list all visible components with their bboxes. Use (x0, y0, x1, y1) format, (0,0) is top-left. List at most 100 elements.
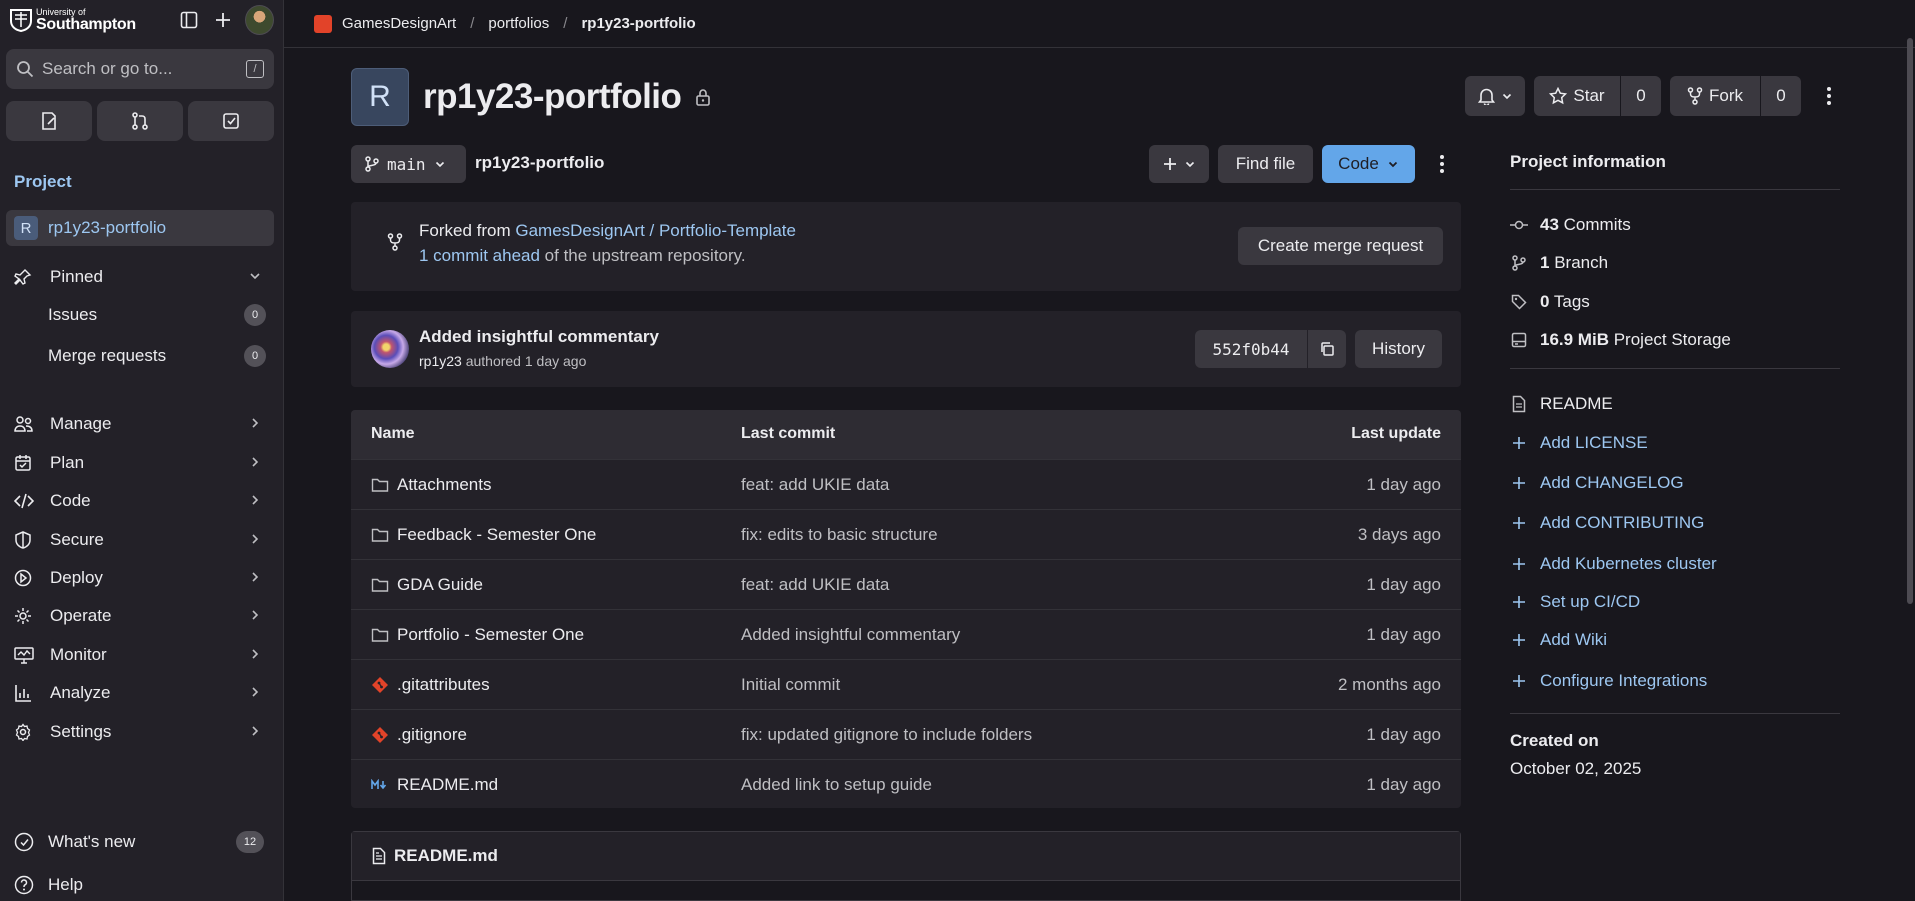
sidebar-item-plan[interactable]: Plan (6, 446, 274, 480)
find-file-button[interactable]: Find file (1218, 145, 1313, 183)
add-wiki-link[interactable]: Add Wiki (1510, 630, 1607, 650)
star-button[interactable]: Star (1534, 76, 1620, 116)
commits-link[interactable]: 43 Commits (1510, 215, 1631, 235)
table-row[interactable]: Feedback - Semester One fix: edits to ba… (351, 509, 1461, 559)
fork-icon (387, 233, 403, 251)
fork-count[interactable]: 0 (1761, 76, 1801, 116)
repo-path[interactable]: rp1y23-portfolio (475, 153, 604, 173)
file-name[interactable]: .gitignore (397, 725, 467, 745)
commit-author[interactable]: rp1y23 (419, 353, 462, 369)
create-new-button[interactable] (208, 4, 239, 36)
sidebar-project-name: rp1y23-portfolio (48, 218, 167, 237)
search-button[interactable]: Search or go to... / (6, 49, 274, 89)
star-count[interactable]: 0 (1621, 76, 1661, 116)
table-row[interactable]: README.md Added link to setup guide 1 da… (351, 759, 1461, 808)
table-row[interactable]: Portfolio - Semester One Added insightfu… (351, 609, 1461, 659)
storage-label: Project Storage (1608, 330, 1731, 349)
sidebar-item-secure[interactable]: Secure (6, 523, 274, 557)
notification-settings-button[interactable] (1465, 76, 1525, 116)
sidebar-item-settings[interactable]: Settings (6, 715, 274, 749)
sidebar-item-manage[interactable]: Manage (6, 407, 274, 441)
tags-link[interactable]: 0 Tags (1510, 292, 1590, 312)
kebab-menu-icon (1440, 155, 1444, 173)
breadcrumb-current[interactable]: rp1y23-portfolio (581, 15, 695, 32)
rocket-icon (14, 569, 32, 587)
file-last-commit[interactable]: Added link to setup guide (741, 775, 932, 795)
sidebar-item-code[interactable]: Code (6, 484, 274, 518)
page-scrollbar[interactable] (1907, 38, 1913, 604)
add-changelog-link[interactable]: Add CHANGELOG (1510, 473, 1684, 493)
shield-icon (15, 531, 31, 549)
sidebar-item-analyze[interactable]: Analyze (6, 676, 274, 710)
branch-selector[interactable]: main (351, 145, 466, 183)
commit-message[interactable]: Added insightful commentary (419, 327, 659, 347)
deploy-label: Deploy (50, 568, 103, 587)
file-last-commit[interactable]: Added insightful commentary (741, 625, 960, 645)
file-name[interactable]: .gitattributes (397, 675, 490, 695)
commits-ahead-link[interactable]: 1 commit ahead (419, 246, 540, 265)
calendar-icon (15, 455, 31, 471)
history-button[interactable]: History (1355, 330, 1442, 368)
sidebar-item-operate[interactable]: Operate (6, 599, 274, 633)
search-icon (17, 61, 34, 78)
repo-actions-button[interactable] (1430, 152, 1454, 176)
help-button[interactable]: Help (6, 868, 274, 901)
university-logo[interactable]: University of Southampton (10, 7, 155, 33)
configure-integrations-link[interactable]: Configure Integrations (1510, 671, 1707, 691)
sidebar-item-merge-requests[interactable]: Merge requests 0 (48, 339, 274, 373)
breadcrumb-subgroup[interactable]: portfolios (488, 15, 549, 32)
analyze-label: Analyze (50, 683, 111, 702)
add-license-link[interactable]: Add LICENSE (1510, 433, 1648, 453)
copy-sha-button[interactable] (1308, 330, 1346, 368)
file-last-update: 2 months ago (1337, 674, 1441, 694)
todo-list-button[interactable] (188, 101, 274, 141)
merge-requests-button[interactable] (97, 101, 183, 141)
breadcrumb-group[interactable]: GamesDesignArt (342, 15, 456, 32)
commit-author-avatar[interactable] (371, 330, 409, 368)
table-row[interactable]: Attachments feat: add UKIE data 1 day ag… (351, 459, 1461, 509)
create-merge-request-button[interactable]: Create merge request (1238, 227, 1443, 265)
file-last-commit[interactable]: feat: add UKIE data (741, 475, 889, 495)
file-name[interactable]: Portfolio - Semester One (397, 625, 584, 645)
file-name[interactable]: Attachments (397, 475, 492, 495)
table-row[interactable]: GDA Guide feat: add UKIE data 1 day ago (351, 559, 1461, 609)
assigned-issues-button[interactable] (6, 101, 92, 141)
file-table-header: Name Last commit Last update (351, 410, 1461, 459)
table-row[interactable]: .gitattributes Initial commit 2 months a… (351, 659, 1461, 709)
toggle-sidebar-button[interactable] (173, 4, 204, 36)
file-last-commit[interactable]: Initial commit (741, 675, 840, 695)
file-name[interactable]: GDA Guide (397, 575, 483, 595)
setup-cicd-link[interactable]: Set up CI/CD (1510, 592, 1640, 612)
add-kubernetes-label: Add Kubernetes cluster (1540, 554, 1717, 573)
user-avatar[interactable] (244, 5, 274, 35)
whats-new-button[interactable]: What's new 12 (6, 825, 274, 859)
code-dropdown-button[interactable]: Code (1322, 145, 1415, 183)
tags-label: Tags (1549, 292, 1590, 311)
storage-link[interactable]: 16.9 MiB Project Storage (1510, 330, 1731, 350)
file-last-commit[interactable]: fix: edits to basic structure (741, 525, 938, 545)
sidebar-pinned-toggle[interactable]: Pinned (6, 260, 274, 294)
file-name[interactable]: Feedback - Semester One (397, 525, 596, 545)
add-contributing-link[interactable]: Add CONTRIBUTING (1510, 513, 1704, 533)
add-kubernetes-link[interactable]: Add Kubernetes cluster (1510, 554, 1717, 574)
file-name[interactable]: README.md (397, 775, 498, 795)
add-to-tree-button[interactable] (1149, 145, 1209, 183)
commit-sha-button[interactable]: 552f0b44 (1195, 330, 1307, 368)
group-avatar-icon (314, 14, 332, 33)
sidebar-project-link[interactable]: R rp1y23-portfolio (6, 210, 274, 246)
folder-icon (371, 478, 389, 492)
file-last-commit[interactable]: feat: add UKIE data (741, 575, 889, 595)
fork-source-link[interactable]: GamesDesignArt / Portfolio-Template (515, 221, 796, 240)
sidebar-item-issues[interactable]: Issues 0 (48, 298, 274, 332)
pin-icon (14, 269, 32, 285)
table-row[interactable]: .gitignore fix: updated gitignore to inc… (351, 709, 1461, 759)
plus-icon (1513, 477, 1525, 489)
sidebar-item-deploy[interactable]: Deploy (6, 561, 274, 595)
fork-button[interactable]: Fork (1670, 76, 1760, 116)
branches-link[interactable]: 1 Branch (1510, 253, 1608, 273)
file-last-commit[interactable]: fix: updated gitignore to include folder… (741, 725, 1032, 745)
sidebar-item-monitor[interactable]: Monitor (6, 638, 274, 672)
project-actions-button[interactable] (1817, 84, 1841, 108)
readme-title[interactable]: README.md (394, 846, 498, 866)
readme-link[interactable]: README (1510, 394, 1613, 414)
